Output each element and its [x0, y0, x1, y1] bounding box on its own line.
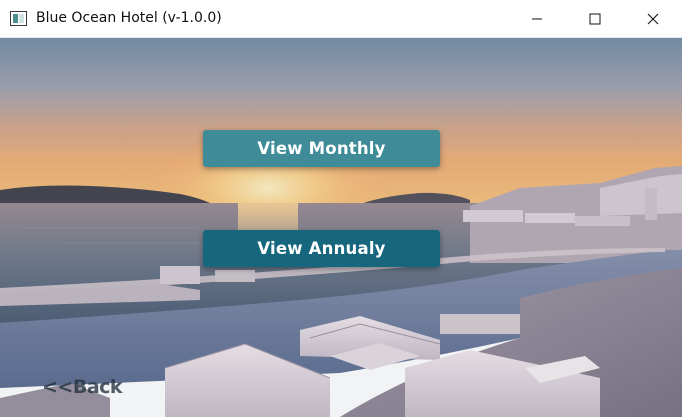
close-button[interactable]: [624, 0, 682, 38]
minimize-button[interactable]: [508, 0, 566, 38]
close-icon: [647, 13, 659, 25]
background-scene: View Monthly View Annualy <<Back: [0, 38, 682, 417]
view-annual-button[interactable]: View Annualy: [203, 230, 440, 267]
view-monthly-button[interactable]: View Monthly: [203, 130, 440, 167]
title-bar: Blue Ocean Hotel (v-1.0.0): [0, 0, 682, 38]
app-window-icon: [10, 11, 27, 26]
sunset-pool-image: [0, 38, 682, 417]
maximize-button[interactable]: [566, 0, 624, 38]
minimize-icon: [532, 18, 542, 20]
back-button[interactable]: <<Back: [42, 376, 123, 398]
window-title: Blue Ocean Hotel (v-1.0.0): [36, 10, 222, 26]
maximize-icon: [589, 13, 601, 25]
